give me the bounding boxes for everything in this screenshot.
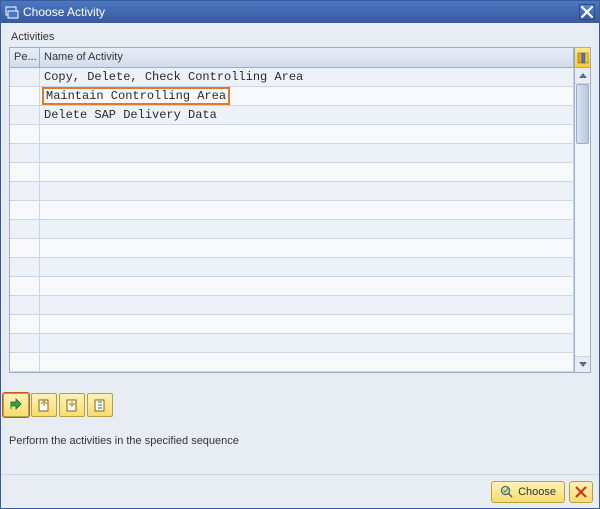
table-row[interactable]	[10, 201, 574, 220]
titlebar: Choose Activity	[1, 1, 599, 23]
activities-table: Pe... Name of Activity Copy, Delete, Che…	[9, 47, 575, 373]
cell-pe	[10, 201, 40, 219]
choose-button-label: Choose	[518, 486, 556, 498]
cell-name	[40, 125, 574, 143]
table-settings-button[interactable]	[575, 48, 590, 68]
cell-name	[40, 239, 574, 257]
cell-pe	[10, 334, 40, 352]
toolbar-button-2[interactable]	[31, 393, 57, 417]
cell-pe	[10, 106, 40, 124]
cell-name	[40, 201, 574, 219]
cell-pe	[10, 68, 40, 86]
cell-pe	[10, 125, 40, 143]
cell-pe	[10, 315, 40, 333]
cell-name	[40, 296, 574, 314]
column-header-pe[interactable]: Pe...	[10, 48, 40, 67]
table-row[interactable]: Delete SAP Delivery Data	[10, 106, 574, 125]
cell-name	[40, 220, 574, 238]
cell-pe	[10, 239, 40, 257]
window-menu-icon[interactable]	[5, 5, 19, 19]
scroll-up-button[interactable]	[575, 68, 590, 83]
vertical-scrollbar	[575, 47, 591, 373]
choose-button[interactable]: Choose	[491, 481, 565, 503]
table-row[interactable]	[10, 163, 574, 182]
table-body: Copy, Delete, Check Controlling AreaMain…	[10, 68, 574, 372]
table-row[interactable]	[10, 334, 574, 353]
cell-pe	[10, 87, 40, 105]
magnifier-check-icon	[500, 485, 514, 499]
instruction-text: Perform the activities in the specified …	[9, 435, 591, 447]
table-row[interactable]	[10, 277, 574, 296]
table-row[interactable]	[10, 220, 574, 239]
cancel-icon	[574, 485, 588, 499]
cell-name: Delete SAP Delivery Data	[40, 106, 574, 124]
cell-pe	[10, 353, 40, 371]
cell-pe	[10, 220, 40, 238]
cell-name	[40, 334, 574, 352]
close-button[interactable]	[579, 4, 595, 20]
scroll-track[interactable]	[575, 83, 590, 357]
table-row[interactable]	[10, 258, 574, 277]
scroll-thumb[interactable]	[576, 84, 589, 144]
cell-pe	[10, 163, 40, 181]
cell-name	[40, 277, 574, 295]
cell-pe	[10, 182, 40, 200]
cell-name	[40, 258, 574, 276]
activities-table-wrap: Pe... Name of Activity Copy, Delete, Che…	[9, 47, 591, 373]
cell-name: Copy, Delete, Check Controlling Area	[40, 68, 574, 86]
section-header: Activities	[9, 29, 591, 47]
cell-name	[40, 163, 574, 181]
cell-name	[40, 315, 574, 333]
cell-pe	[10, 144, 40, 162]
window-title: Choose Activity	[23, 5, 105, 19]
table-row[interactable]	[10, 296, 574, 315]
table-row[interactable]	[10, 125, 574, 144]
scroll-down-button[interactable]	[575, 357, 590, 372]
toolbar-button-3[interactable]	[59, 393, 85, 417]
toolbar	[3, 393, 591, 417]
cell-pe	[10, 296, 40, 314]
footer: Choose	[1, 474, 599, 508]
dialog-window: Choose Activity Activities Pe... Name of…	[0, 0, 600, 509]
table-row[interactable]: Copy, Delete, Check Controlling Area	[10, 68, 574, 87]
table-row[interactable]	[10, 182, 574, 201]
table-row[interactable]	[10, 315, 574, 334]
table-row[interactable]	[10, 144, 574, 163]
column-header-name[interactable]: Name of Activity	[40, 48, 574, 67]
cell-name	[40, 144, 574, 162]
table-row[interactable]: Maintain Controlling Area	[10, 87, 574, 106]
toolbar-button-1[interactable]	[3, 393, 29, 417]
cell-name	[40, 353, 574, 371]
toolbar-button-4[interactable]	[87, 393, 113, 417]
cell-name: Maintain Controlling Area	[40, 87, 574, 105]
cell-pe	[10, 277, 40, 295]
cancel-button[interactable]	[569, 481, 593, 503]
table-row[interactable]	[10, 239, 574, 258]
cell-pe	[10, 258, 40, 276]
table-row[interactable]	[10, 353, 574, 372]
content-area: Activities Pe... Name of Activity Copy, …	[1, 23, 599, 474]
cell-name	[40, 182, 574, 200]
table-header-row: Pe... Name of Activity	[10, 48, 574, 68]
